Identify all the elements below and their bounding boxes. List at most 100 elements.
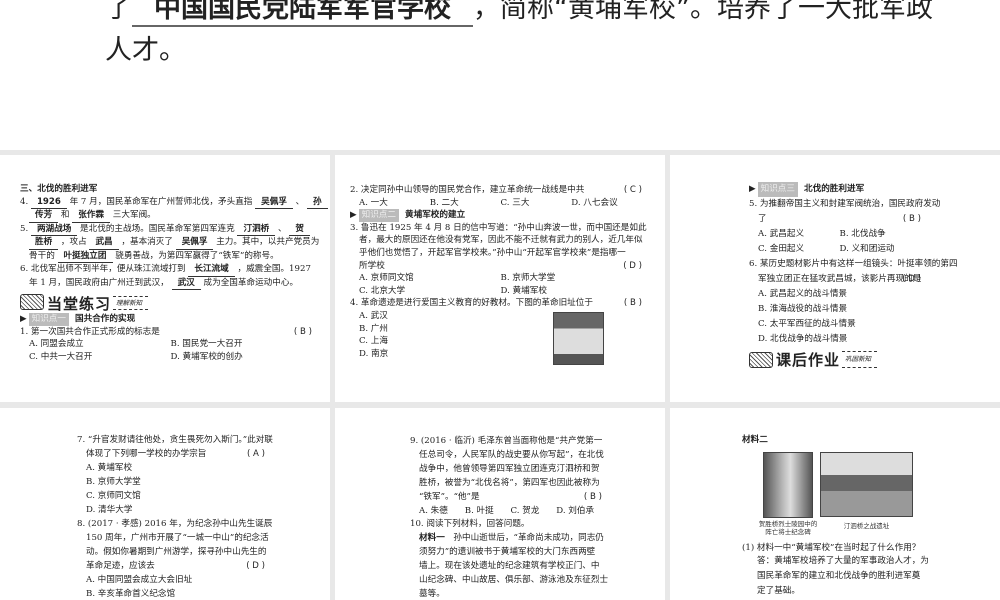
text-line: 者，最大的原因还在他没有党军，因此不能不迁就有武力的别人，近几年似 (350, 234, 643, 247)
text: 孙中山逝世后，“革命尚未成功，同志仍 (444, 533, 604, 544)
text-line: 了 ( B ) (749, 212, 921, 227)
revolutionary-site-photo (553, 312, 604, 365)
text-line: 胜桥 ，攻占 武昌 ，基本消灭了 吴佩孚 主力。其中，以共产党员为 (20, 236, 319, 250)
text-line: 乎他们也觉悟了，开起军官学校来。”孙中山“开起军官学校来”是指哪一 (350, 247, 642, 260)
text: B. 淮海战役的战斗情景 (758, 304, 848, 314)
options-row: A. 朱德 B. 叶挺 C. 贺龙 D. 刘伯承 (410, 505, 602, 519)
banner-title: 课后作业 (776, 351, 841, 369)
photo-caption-1: 贺胜桥烈士陵园中的阵亡将士纪念碑 (758, 520, 818, 536)
text-line: 1. 第一次国共合作正式形成的标志是 ( B ) (20, 326, 312, 339)
knowledge-point-title: 国共合作的实现 (75, 314, 136, 324)
text-line: 骨干的 叶挺独立团 骁勇善战，为第四军赢得了“铁军”的称号。 (20, 250, 312, 263)
options-row: A. 同盟会成立 B. 国民党一大召开 (20, 338, 312, 351)
banner-subtitle: 巩固新知 (842, 351, 878, 368)
text: ，攻占 (58, 237, 90, 247)
text-line: 三、北伐的胜利进军 (20, 183, 312, 196)
options-row: A. 一大 B. 二大 C. 三大 D. 八七会议 (350, 197, 642, 210)
text: 年 7 月，国民革命军在广州誓师北伐，矛头直指 (66, 196, 256, 207)
option: D. 黄埔军校 (500, 285, 547, 296)
answer-line: 答：黄埔军校培养了大量的军事政治人才，为 (757, 556, 929, 566)
text: 6. 某历史题材影片中有这样一组镜头：叶挺率领的第四 (749, 259, 958, 269)
text: A. 武昌起义的战斗情景 (758, 289, 848, 299)
slide-thumbnail-2[interactable]: 2. 决定同孙中山领导的国民党合作，建立革命统一战线是中共 ( C ) A. 一大 B… (335, 155, 665, 402)
option: D. 八七会议 (571, 197, 618, 208)
text-line: 胜桥，被誉为“北伐名将”，第四军也因此被称为 (410, 477, 602, 491)
text-line: 6. 北伐军出师不到半年，便从珠江流域打到 长江流域 ，威震全国。1927 (20, 263, 312, 277)
options-row: A. 京师同文馆 B. 京师大学堂 (350, 272, 642, 285)
books-cap-icon (749, 352, 773, 368)
knowledge-point-header: ▶ 知识点一 国共合作的实现 (20, 313, 312, 326)
text-line: 7. “升官发财请往他处，贪生畏死勿入斯门。”此对联 (77, 433, 273, 447)
options-row: C. 金田起义 D. 义和团运动 (749, 242, 921, 257)
text: 成为全国革命运动中心。 (200, 277, 299, 288)
slide-thumbnail-4[interactable]: 7. “升官发财请往他处，贪生畏死勿入斯门。”此对联 体现了下列哪一学校的办学宗旨… (0, 408, 330, 600)
slide-thumbnail-3[interactable]: ▶ 知识点三 北伐的胜利进军 5. 为推翻帝国主义和封建军阀统治，国民政府发动了 ( B… (670, 155, 1000, 402)
text-line: 战争中，他曾领导第四军独立团连克汀泗桥和贺 (410, 463, 602, 477)
option: D. 刘伯承 (556, 505, 595, 516)
text: A. 黄埔军校 (86, 463, 133, 473)
option: B. 国民党一大召开 (170, 339, 243, 349)
text-line: 材料二 (742, 434, 942, 447)
answer-blank: 吴佩孚 (175, 236, 214, 250)
answer-blank: 叶挺独立团 (57, 250, 113, 263)
answer-blank: 两湖战场 (30, 223, 78, 236)
answer-choice: ( B ) (583, 491, 602, 502)
slide-thumbnail-5[interactable]: 9. (2016 · 临沂) 毛泽东曾当面称他是“共产党第一任总司令，人民军队的… (335, 408, 665, 600)
answer-blank: 孙 (307, 196, 328, 209)
text: 三大军阀。 (110, 210, 156, 220)
option: A. 同盟会成立 (29, 339, 84, 349)
text: ，简称“黄埔军校”。培养了一大批军政 (473, 0, 933, 24)
text: 动。假如你暑期到广州游学，探寻孙中山先生的 (86, 547, 267, 557)
arrow-icon: ▶ (20, 314, 27, 324)
section-banner: 课后作业 巩固新知 (749, 351, 921, 368)
text-line: 任总司令，人民军队的战史要从你写起”，在北伐 (410, 449, 604, 463)
text-line: 动。假如你暑期到广州游学，探寻孙中山先生的 (77, 545, 267, 559)
text-line: 体现了下列哪一学校的办学宗旨 ( A ) (77, 447, 265, 461)
option: D. 黄埔军校的创办 (170, 351, 243, 362)
text: 、 (275, 223, 290, 234)
text-line: D. 北伐战争的战斗情景 (749, 332, 921, 347)
text-line: 6. 某历史题材影片中有这样一组镜头：叶挺率领的第四 (749, 257, 958, 272)
text: 材料二 (742, 435, 768, 445)
text-line: 材料一 孙中山逝世后，“革命尚未成功，同志仍 (410, 532, 604, 546)
text-line: 5. 两湖战场 是北伐的主战场。国民革命军第四军连克 汀泗桥 、 贺 (20, 223, 312, 236)
text: 1. 第一次国共合作正式形成的标志是 (20, 326, 160, 337)
text: 4. 革命遗迹是进行爱国主义教育的好教材。下图的革命旧址位于 (350, 298, 593, 309)
text: 5. 为推翻帝国主义和封建军阀统治，国民政府发动 (749, 199, 941, 209)
top-line-1: 了中国国民党陆军军官学校 ，简称“黄埔军校”。培养了一大批军政 (105, 0, 933, 27)
text: 革命足迹，应该去 (86, 561, 155, 571)
knowledge-point-tag: 知识点二 (358, 209, 399, 222)
text-line: 5. 为推翻帝国主义和封建军阀统治，国民政府发动 (749, 197, 940, 212)
text: 骁勇善战，为第四军赢得了“铁军”的称号。 (112, 250, 279, 261)
text: 9. (2016 · 临沂) 毛泽东曾当面称他是“共产党第一 (410, 436, 603, 446)
text: B. 广州 (359, 323, 388, 334)
text-line: 墓等。 (410, 588, 602, 600)
banner-title: 当堂练习 (47, 294, 112, 313)
answer-choice: ( C ) (623, 185, 642, 195)
option: A. 武昌起义 (758, 229, 805, 239)
text: 材料一 (419, 533, 445, 544)
text: ，基本消灭了 (118, 237, 176, 247)
option: D. 义和团运动 (839, 244, 895, 254)
text: 了 (105, 0, 132, 24)
option: B. 二大 (429, 197, 459, 208)
text-line: 10. 阅读下列材料，回答问题。 (410, 518, 602, 532)
text: 了 (758, 214, 767, 224)
answer-blank: 武昌 (89, 236, 119, 250)
tingsiqiao-battle-site-photo (820, 452, 913, 517)
knowledge-point-tag: 知识点三 (757, 182, 798, 197)
text: 5. (20, 223, 31, 234)
text: 150 周年，广州市开展了“一城一中山”的纪念活 (86, 533, 269, 543)
slide-thumbnail-6[interactable]: 材料二 贺胜桥烈士陵园中的阵亡将士纪念碑 汀泗桥之战遗址 (1) 材料一中“黄埔… (670, 408, 1000, 600)
text: 2. 决定同孙中山领导的国民党合作，建立革命统一战线是中共 (350, 185, 585, 195)
text: 乎他们也觉悟了，开起军官学校来。”孙中山“开起军官学校来”是指哪一 (359, 247, 626, 258)
text-line: 所学校 ( D ) (350, 260, 642, 273)
text-line: “铁军”。“他”是 ( B ) (410, 491, 602, 505)
options-row: C. 北京大学 D. 黄埔军校 (350, 285, 642, 298)
text-line: 军独立团正在猛攻武昌城，该影片再现的是( D ) (749, 272, 921, 287)
text-line: 4. 革命遗迹是进行爱国主义教育的好教材。下图的革命旧址位于 ( B ) (350, 297, 642, 310)
slide-thumbnail-1[interactable]: 三、北伐的胜利进军 4. 1926 年 7 月，国民革命军在广州誓师北伐，矛头直指… (0, 155, 330, 402)
answer-choice: ( D ) (246, 561, 265, 571)
knowledge-point-header: ▶ 知识点三 北伐的胜利进军 (749, 182, 921, 197)
text: 4. (20, 196, 31, 207)
